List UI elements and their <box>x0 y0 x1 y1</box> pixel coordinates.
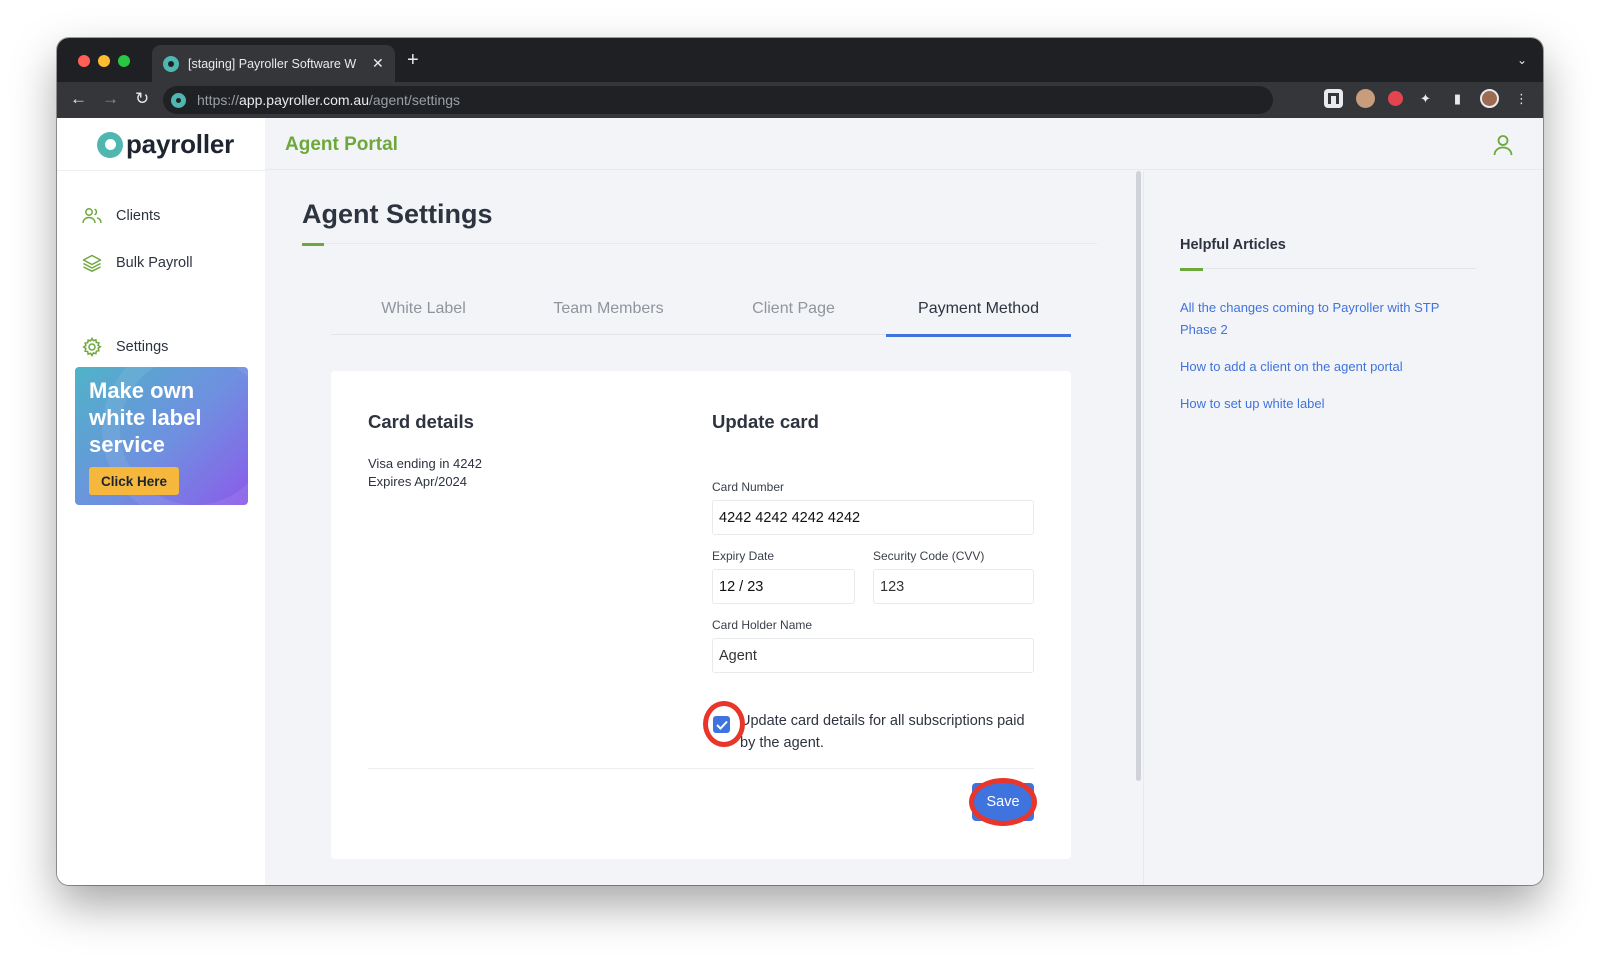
update-all-subscriptions-label: Update card details for all subscription… <box>740 713 1025 751</box>
url-text: https://app.payroller.com.au/agent/setti… <box>197 92 460 108</box>
tab-team-members[interactable]: Team Members <box>516 299 701 335</box>
url-path: /agent/settings <box>369 92 461 108</box>
red-extension-icon[interactable] <box>1388 91 1403 106</box>
sidebar-item-label: Settings <box>116 339 169 355</box>
card-footer-divider <box>368 768 1034 769</box>
title-divider <box>302 243 1097 244</box>
card-details-info: Visa ending in 4242 Expires Apr/2024 <box>368 455 482 491</box>
app-body: payroller Clients Bulk Payroll Settings … <box>57 118 1543 885</box>
users-icon <box>82 208 102 224</box>
card-holder-field[interactable]: Agent <box>712 638 1034 673</box>
owl-extension-icon[interactable] <box>1356 89 1375 108</box>
card-ending-text: Visa ending in 4242 <box>368 456 482 471</box>
highlight-ring-checkbox <box>703 701 745 747</box>
payroller-logo[interactable]: payroller <box>97 129 234 160</box>
sidebar-item-label: Bulk Payroll <box>116 255 193 271</box>
expiry-date-label: Expiry Date <box>712 549 775 563</box>
help-link-stp-phase-2[interactable]: All the changes coming to Payroller with… <box>1180 297 1470 341</box>
payment-method-card: Card details Visa ending in 4242 Expires… <box>331 371 1071 859</box>
promo-click-here-button[interactable]: Click Here <box>89 467 179 495</box>
payroller-logo-icon <box>97 131 123 158</box>
sidebar-divider <box>57 170 265 171</box>
maximize-window-button[interactable] <box>118 55 130 67</box>
gear-icon <box>82 337 102 357</box>
help-link-add-client[interactable]: How to add a client on the agent portal <box>1180 356 1470 378</box>
main-content: Agent Settings White Label Team Members … <box>265 171 1135 885</box>
cvv-label: Security Code (CVV) <box>873 549 985 563</box>
browser-tab-active[interactable]: [staging] Payroller Software W ✕ <box>152 45 395 82</box>
puzzle-extensions-icon[interactable]: ✦ <box>1416 89 1435 108</box>
title-accent-underline <box>302 243 324 246</box>
card-expiry-text: Expires Apr/2024 <box>368 474 468 489</box>
white-label-promo-banner: Make own white label service Click Here <box>75 367 248 505</box>
sidebar-item-label: Clients <box>116 208 161 224</box>
layers-icon <box>82 254 102 272</box>
extensions-area: ✦ ▮ ⋮ <box>1324 89 1531 108</box>
url-host: app.payroller.com.au <box>239 92 369 108</box>
side-panel-icon[interactable]: ▮ <box>1448 89 1467 108</box>
promo-text: Make own white label service <box>89 378 202 457</box>
new-tab-icon[interactable]: + <box>407 50 419 70</box>
browser-toolbar: ← → ↻ https://app.payroller.com.au/agent… <box>57 82 1543 118</box>
tab-close-icon[interactable]: ✕ <box>372 55 384 72</box>
sidebar: payroller Clients Bulk Payroll Settings … <box>57 118 265 885</box>
update-card-title: Update card <box>712 411 819 432</box>
top-bar: Agent Portal <box>265 118 1543 170</box>
site-info-icon[interactable] <box>171 92 186 108</box>
address-bar[interactable]: https://app.payroller.com.au/agent/setti… <box>163 86 1273 114</box>
card-holder-label: Card Holder Name <box>712 618 813 632</box>
main-scrollbar[interactable] <box>1136 171 1141 781</box>
close-window-button[interactable] <box>78 55 90 67</box>
helpful-articles-panel: Helpful Articles All the changes coming … <box>1143 171 1543 885</box>
card-number-label: Card Number <box>712 480 785 494</box>
url-scheme: https:// <box>197 92 240 108</box>
browser-tab-strip: [staging] Payroller Software W ✕ + ⌄ <box>57 38 1543 82</box>
settings-tabs: White Label Team Members Client Page Pay… <box>331 299 1071 337</box>
card-number-field[interactable]: 4242 4242 4242 4242 <box>712 500 1034 535</box>
sidebar-item-bulk-payroll[interactable]: Bulk Payroll <box>82 254 193 272</box>
helpful-articles-title: Helpful Articles <box>1180 237 1286 253</box>
logo-text: payroller <box>126 129 235 159</box>
portal-title: Agent Portal <box>285 134 398 155</box>
sidebar-item-settings[interactable]: Settings <box>82 337 168 357</box>
expiry-date-field[interactable]: 12 / 23 <box>712 569 855 604</box>
forward-arrow-icon[interactable]: → <box>102 89 119 109</box>
page-title: Agent Settings <box>302 199 493 229</box>
tab-title: [staging] Payroller Software W <box>188 56 357 71</box>
help-link-white-label[interactable]: How to set up white label <box>1180 393 1470 415</box>
minimize-window-button[interactable] <box>98 55 110 67</box>
tab-search-chevron-icon[interactable]: ⌄ <box>1517 53 1527 67</box>
sidebar-item-clients[interactable]: Clients <box>82 207 160 225</box>
tab-payment-method[interactable]: Payment Method <box>886 299 1071 337</box>
highlight-ring-save <box>969 778 1037 826</box>
cvv-field[interactable]: 123 <box>873 569 1034 604</box>
tab-client-page[interactable]: Client Page <box>701 299 886 335</box>
helpful-articles-accent <box>1180 268 1203 271</box>
reload-icon[interactable]: ↻ <box>135 89 149 109</box>
card-details-title: Card details <box>368 411 474 432</box>
profile-avatar-icon[interactable] <box>1480 89 1499 108</box>
browser-window: [staging] Payroller Software W ✕ + ⌄ ← →… <box>57 38 1543 885</box>
helpful-articles-divider <box>1180 268 1476 269</box>
browser-menu-icon[interactable]: ⋮ <box>1512 89 1531 108</box>
tab-white-label[interactable]: White Label <box>331 299 516 335</box>
payroller-favicon-icon <box>163 55 179 72</box>
user-account-icon[interactable] <box>1493 134 1513 156</box>
back-arrow-icon[interactable]: ← <box>70 89 87 109</box>
qr-code-extension-icon[interactable] <box>1324 89 1343 108</box>
